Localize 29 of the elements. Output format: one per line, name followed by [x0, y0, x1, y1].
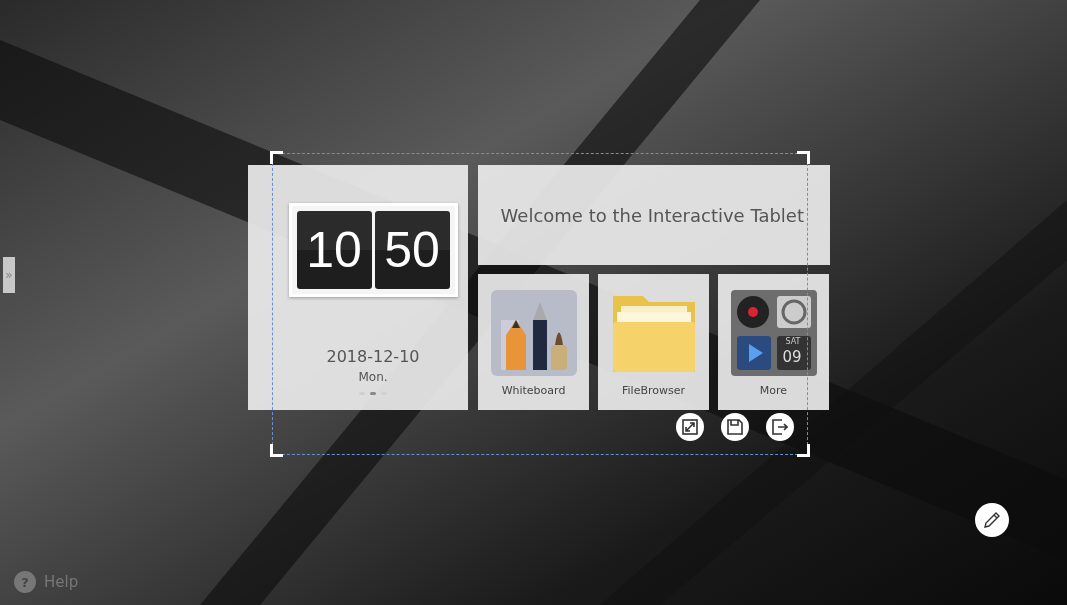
calendar-icon: [776, 336, 811, 370]
corner-handle[interactable]: [797, 444, 810, 457]
calendar-day-text: SAT: [785, 337, 801, 346]
app-label: Whiteboard: [501, 384, 566, 397]
save-button[interactable]: [721, 413, 749, 441]
app-tile[interactable]: FileBrowser: [598, 274, 709, 410]
save-icon: [727, 419, 743, 435]
clock-hours: 10: [296, 211, 372, 289]
weekday-text: Mon.: [358, 370, 388, 384]
app-label: FileBrowser: [622, 384, 685, 397]
corner-handle[interactable]: [270, 151, 283, 164]
corner-handle[interactable]: [797, 151, 810, 164]
pen-button[interactable]: [975, 503, 1009, 537]
calendar-date-text: 09: [782, 348, 802, 366]
exit-button[interactable]: [766, 413, 794, 441]
date-text: 2018-12-10: [326, 347, 420, 366]
play-icon: [736, 336, 771, 370]
welcome-text: Welcome to the Interactive Tablet: [500, 204, 804, 226]
pencil-pen-brush-icon: [490, 290, 577, 376]
app-label: More: [759, 384, 788, 397]
vinyl-disc-icon: [736, 296, 769, 328]
corner-handle[interactable]: [270, 444, 283, 457]
app-tile[interactable]: Whiteboard: [478, 274, 589, 410]
app-tile[interactable]: SAT 09 More: [718, 274, 829, 410]
expand-icon: [682, 419, 698, 435]
expand-button[interactable]: [676, 413, 704, 441]
exit-icon: [772, 419, 788, 435]
clock-minutes: 50: [374, 211, 450, 289]
pencil-icon: [983, 511, 1001, 529]
